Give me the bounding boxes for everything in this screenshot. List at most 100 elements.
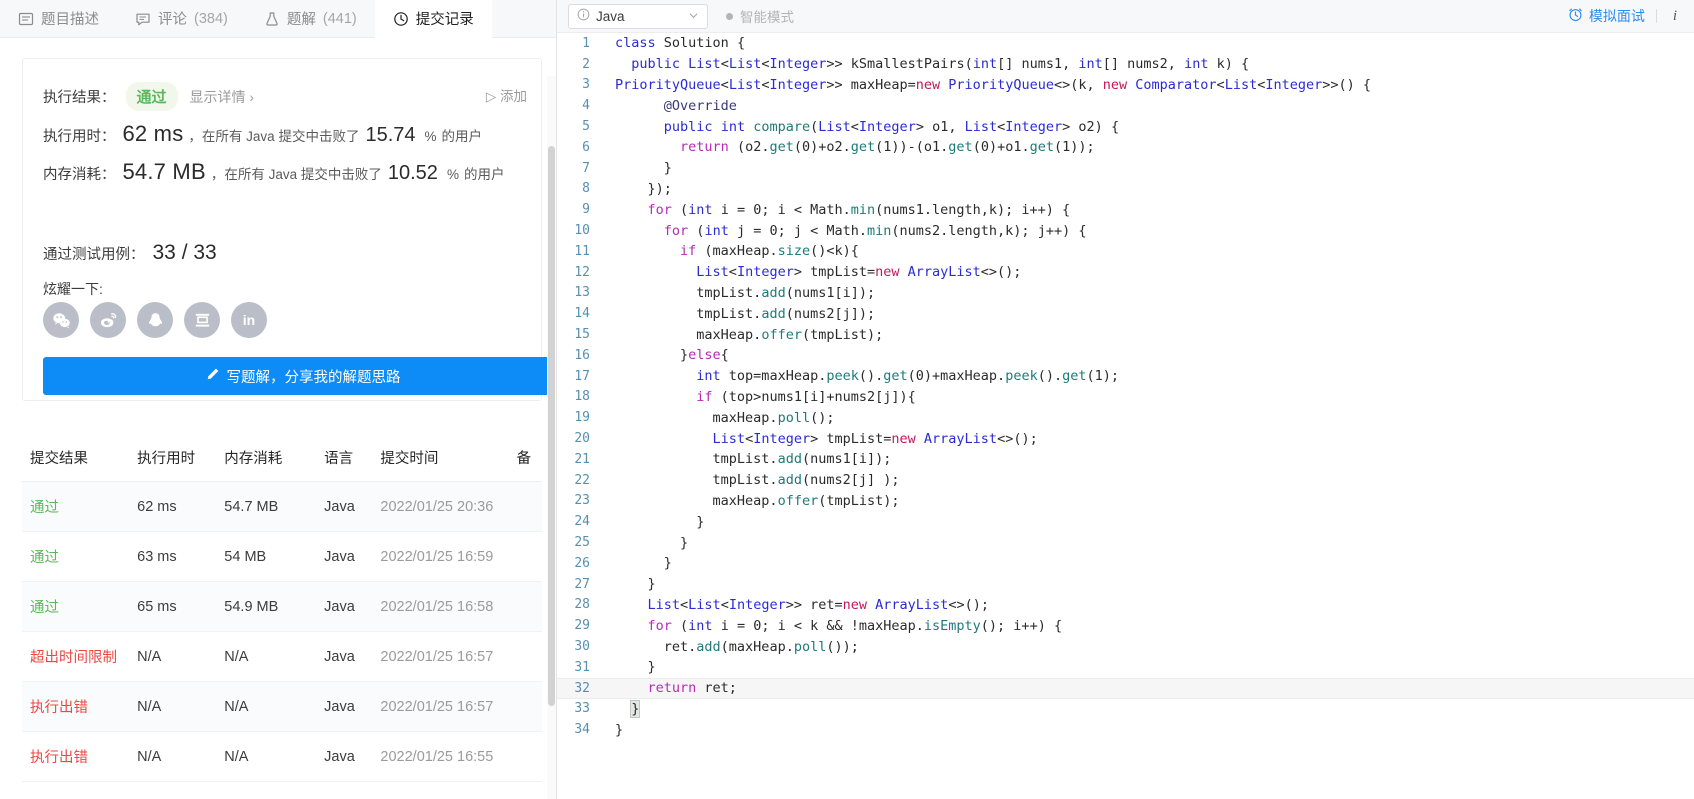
submission-runtime: N/A xyxy=(137,698,162,715)
submission-runtime: 65 ms xyxy=(137,598,177,615)
code-text: if (maxHeap.size()<k){ xyxy=(680,243,859,260)
submission-language: Java xyxy=(324,648,355,665)
column-header-language[interactable]: 语言 xyxy=(324,447,380,468)
code-line[interactable]: 6 return (o2.get(0)+o2.get(1))-(o1.get(0… xyxy=(557,137,1694,158)
code-line[interactable]: 18 if (top>nums1[i]+nums2[j]){ xyxy=(557,387,1694,408)
submission-status[interactable]: 超出时间限制 xyxy=(22,646,137,667)
code-line[interactable]: 3 PriorityQueue<List<Integer>> maxHeap=ne… xyxy=(557,75,1694,96)
testcases-label: 通过测试用例： xyxy=(43,247,145,263)
left-scrollbar-track[interactable] xyxy=(547,76,556,799)
code-editor[interactable]: 1 class Solution {2 public List<List<Inte… xyxy=(557,33,1694,799)
wechat-share-icon[interactable] xyxy=(43,302,79,338)
code-line[interactable]: 17 int top=maxHeap.peek().get(0)+maxHeap… xyxy=(557,366,1694,387)
line-number: 26 xyxy=(574,555,590,571)
status-dot-icon xyxy=(726,12,733,20)
smart-mode-label: 智能模式 xyxy=(740,10,794,25)
code-line[interactable]: 12 List<Integer> tmpList=new ArrayList<>… xyxy=(557,262,1694,283)
table-row[interactable]: 执行出错 N/A N/A Java 2022/01/25 16:57 xyxy=(22,682,542,732)
share-label: 炫耀一下: xyxy=(43,281,103,297)
table-row[interactable]: 通过 63 ms 54 MB Java 2022/01/25 16:59 xyxy=(22,532,542,582)
submission-memory: N/A xyxy=(224,698,249,715)
code-line[interactable]: 15 maxHeap.offer(tmpList); xyxy=(557,324,1694,345)
code-text: if (top>nums1[i]+nums2[j]){ xyxy=(696,388,916,405)
code-line[interactable]: 9 for (int i = 0; i < Math.min(nums1.len… xyxy=(557,199,1694,220)
mock-interview-button[interactable]: 模拟面试 xyxy=(1568,6,1645,26)
column-header-timestamp[interactable]: 提交时间 xyxy=(380,447,516,468)
code-text: @Override xyxy=(663,97,737,114)
runtime-percentile: 15.74 xyxy=(365,124,416,146)
tab-solutions[interactable]: 题解 (441) xyxy=(246,0,375,38)
code-text: maxHeap.poll(); xyxy=(615,409,835,426)
add-note-button[interactable]: ▷ 添加 xyxy=(486,85,527,105)
table-row[interactable]: 超出时间限制 N/A N/A Java 2022/01/25 16:57 xyxy=(22,632,542,682)
tab-problem-description[interactable]: 题目描述 xyxy=(0,0,117,38)
weibo-share-icon[interactable] xyxy=(90,302,126,338)
code-text: List<Integer> tmpList=new ArrayList<>(); xyxy=(696,264,1022,281)
tab-comments[interactable]: 评论 (384) xyxy=(117,0,246,38)
code-text: class Solution { xyxy=(615,35,746,52)
code-line[interactable]: 30 ret.add(maxHeap.poll()); xyxy=(557,636,1694,657)
show-detail-link[interactable]: 显示详情 › xyxy=(190,87,255,107)
code-line[interactable]: 14 tmpList.add(nums2[j]); xyxy=(557,303,1694,324)
code-line[interactable]: 13 tmpList.add(nums1[i]); xyxy=(557,283,1694,304)
code-line[interactable]: 31 } xyxy=(557,657,1694,678)
line-number: 12 xyxy=(574,264,590,280)
code-text: } xyxy=(615,534,689,551)
code-line[interactable]: 7 } xyxy=(557,158,1694,179)
submission-status[interactable]: 通过 xyxy=(22,596,137,617)
code-line[interactable]: 2 public List<List<Integer>> kSmallestPa… xyxy=(557,54,1694,75)
submission-status[interactable]: 通过 xyxy=(22,496,137,517)
code-line[interactable]: 29 for (int i = 0; i < k && !maxHeap.isE… xyxy=(557,615,1694,636)
line-number: 22 xyxy=(574,472,590,488)
code-line[interactable]: 19 maxHeap.poll(); xyxy=(557,407,1694,428)
code-line[interactable]: 28 List<List<Integer>> ret=new ArrayList… xyxy=(557,595,1694,616)
submission-status[interactable]: 执行出错 xyxy=(22,696,137,717)
code-line[interactable]: 27 } xyxy=(557,574,1694,595)
write-solution-button[interactable]: 写题解，分享我的解题思路 xyxy=(43,357,556,395)
info-icon[interactable]: i xyxy=(1668,8,1682,25)
tab-count: (441) xyxy=(322,10,357,27)
code-line[interactable]: 4 @Override xyxy=(557,95,1694,116)
code-line[interactable]: 22 tmpList.add(nums2[j] ); xyxy=(557,470,1694,491)
smart-mode-toggle[interactable]: 智能模式 xyxy=(726,6,794,26)
execution-result-card: 执行结果： 通过 显示详情 › ▷ 添加 执行用时： 62 ms ，在所有 Ja… xyxy=(22,58,556,401)
submission-memory: 54 MB xyxy=(224,548,267,565)
code-line[interactable]: 16 }else{ xyxy=(557,345,1694,366)
code-text: } xyxy=(630,699,641,718)
code-line[interactable]: 26 } xyxy=(557,553,1694,574)
code-line[interactable]: 33 } xyxy=(557,699,1694,720)
submission-status[interactable]: 通过 xyxy=(22,546,137,567)
code-line[interactable]: 1 class Solution { xyxy=(557,33,1694,54)
language-select[interactable]: Java xyxy=(568,3,708,29)
column-header-runtime[interactable]: 执行用时 xyxy=(137,447,224,468)
code-line[interactable]: 32 return ret; xyxy=(557,677,1694,699)
linkedin-share-icon[interactable]: in xyxy=(231,302,267,338)
code-line[interactable]: 21 tmpList.add(nums1[i]); xyxy=(557,449,1694,470)
line-number: 27 xyxy=(574,576,590,592)
qq-share-icon[interactable] xyxy=(137,302,173,338)
memory-row: 内存消耗： 54.7 MB ，在所有 Java 提交中击败了 10.52 % 的… xyxy=(43,159,504,185)
code-line[interactable]: 24 } xyxy=(557,511,1694,532)
code-text: tmpList.add(nums1[i]); xyxy=(615,451,892,468)
column-header-note[interactable]: 备 xyxy=(517,447,542,468)
code-line[interactable]: 20 List<Integer> tmpList=new ArrayList<>… xyxy=(557,428,1694,449)
table-row[interactable]: 通过 62 ms 54.7 MB Java 2022/01/25 20:36 xyxy=(22,482,542,532)
submission-timestamp: 2022/01/25 16:57 xyxy=(380,648,494,665)
column-header-memory[interactable]: 内存消耗 xyxy=(224,447,324,468)
left-scrollbar-thumb[interactable] xyxy=(548,146,555,706)
code-line[interactable]: 34} xyxy=(557,719,1694,740)
code-text: } xyxy=(615,555,672,572)
code-line[interactable]: 5 public int compare(List<Integer> o1, L… xyxy=(557,116,1694,137)
code-line[interactable]: 11 if (maxHeap.size()<k){ xyxy=(557,241,1694,262)
code-line[interactable]: 23 maxHeap.offer(tmpList); xyxy=(557,491,1694,512)
code-line[interactable]: 10 for (int j = 0; j < Math.min(nums2.le… xyxy=(557,220,1694,241)
code-line[interactable]: 25 } xyxy=(557,532,1694,553)
table-row[interactable]: 执行出错 N/A N/A Java 2022/01/25 16:55 xyxy=(22,732,542,782)
table-row[interactable]: 通过 65 ms 54.9 MB Java 2022/01/25 16:58 xyxy=(22,582,542,632)
tab-submission-history[interactable]: 提交记录 xyxy=(374,0,492,38)
douban-share-icon[interactable] xyxy=(184,302,220,338)
code-line[interactable]: 8 }); xyxy=(557,179,1694,200)
submission-status[interactable]: 执行出错 xyxy=(22,746,137,767)
language-value: Java xyxy=(596,8,625,24)
column-header-result[interactable]: 提交结果 xyxy=(22,447,137,468)
